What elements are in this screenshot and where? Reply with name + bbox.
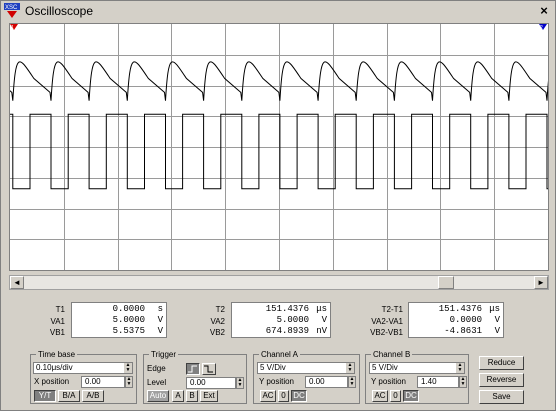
readout-box: 0.0000 s 5.0000 V 5.5375 V — [71, 302, 167, 338]
readout-unit: μs — [316, 304, 327, 314]
readout-unit: V — [157, 326, 163, 336]
readout-value: 674.8939 — [265, 326, 309, 336]
readout-unit: V — [321, 315, 327, 325]
xpos-label: X position — [34, 377, 70, 386]
scroll-thumb[interactable] — [438, 276, 454, 289]
falling-edge-icon[interactable] — [202, 363, 216, 375]
readout-label: T2 — [215, 305, 225, 314]
auto-button[interactable]: Auto — [147, 390, 169, 402]
spin-arrows-icon[interactable]: ▲ ▼ — [456, 363, 464, 373]
level-spin-icon[interactable]: ▲ ▼ — [236, 377, 244, 389]
yt-button[interactable]: Y/T — [34, 390, 56, 402]
channel-b-zero-button[interactable]: 0 — [390, 390, 401, 402]
spin-arrows-icon[interactable]: ▲ ▼ — [124, 363, 132, 373]
oscilloscope-app-icon: XSC — [4, 3, 20, 18]
readout-label: T2-T1 — [381, 305, 403, 314]
channel-b-group: Channel B 5 V/Div ▲ ▼ Y position 1.40 ▲ ▼ A… — [365, 350, 469, 404]
timebase-scale-field[interactable]: 0.10μs/div ▲ ▼ — [33, 362, 133, 374]
channel-a-dc-button[interactable]: DC — [291, 390, 307, 402]
scroll-left-icon[interactable]: ◄ — [10, 276, 24, 289]
rising-edge-icon[interactable] — [186, 363, 200, 375]
trigger-b-button[interactable]: B — [186, 390, 198, 402]
readout-value: 151.4376 — [265, 304, 309, 314]
close-icon[interactable]: × — [537, 4, 551, 18]
channel-a-zero-button[interactable]: 0 — [278, 390, 289, 402]
channel-b-title: Channel B — [371, 350, 413, 359]
channel-a-ypos-spin-icon[interactable]: ▲ ▼ — [348, 376, 356, 388]
readout-unit: V — [157, 315, 163, 325]
level-label: Level — [147, 378, 167, 387]
trigger-a-button[interactable]: A — [172, 390, 184, 402]
readout-label: VA1 — [50, 317, 65, 326]
cursor-2-label: 2 — [540, 25, 543, 31]
trigger-group: Trigger Edge Level 0.00 ▲ ▼ Auto A B Ext — [143, 350, 247, 404]
readout-label: VB2-VB1 — [370, 328, 403, 337]
channel-a-group: Channel A 5 V/Div ▲ ▼ Y position 0.00 ▲ ▼ A… — [253, 350, 360, 404]
channel-b-dc-button[interactable]: DC — [403, 390, 419, 402]
readout-value: -4.8631 — [444, 326, 482, 336]
channel-a-scale-value: 5 V/Div — [260, 363, 286, 372]
readout-unit: V — [494, 326, 500, 336]
window-title: Oscilloscope — [25, 4, 94, 18]
readout-label: VB2 — [209, 328, 225, 337]
trigger-ext-button[interactable]: Ext — [200, 390, 218, 402]
readout-value: 5.0000 — [276, 315, 309, 325]
readout-unit: V — [494, 315, 500, 325]
readout-value: 0.0000 — [449, 315, 482, 325]
readout-unit: μs — [489, 304, 500, 314]
edge-label: Edge — [147, 364, 166, 373]
readout-box: 151.4376 μs 5.0000 V 674.8939 nV — [231, 302, 331, 338]
channel-a-title: Channel A — [259, 350, 300, 359]
reduce-button[interactable]: Reduce — [479, 356, 524, 370]
readout-unit: s — [157, 304, 163, 314]
channel-a-ypos-label: Y position — [259, 377, 294, 386]
readout-value: 5.0000 — [112, 315, 145, 325]
scope-screen[interactable]: 12 — [9, 23, 549, 271]
channel-b-scale-field[interactable]: 5 V/Div ▲ ▼ — [369, 362, 465, 374]
cursor-1-label: 1 — [11, 25, 14, 31]
spin-arrows-icon[interactable]: ▲ ▼ — [346, 363, 354, 373]
readout-unit: nV — [316, 326, 327, 336]
readout-label: VB1 — [49, 328, 65, 337]
xpos-spin-icon[interactable]: ▲ ▼ — [125, 376, 133, 388]
readout-value: 0.0000 — [112, 304, 145, 314]
channel-b-ypos-field[interactable]: 1.40 — [417, 376, 459, 388]
readout-label: VA2-VA1 — [371, 317, 403, 326]
timebase-group: Time base 0.10μs/div ▲ ▼ X position 0.00 ▲… — [30, 350, 137, 404]
channel-b-ypos-label: Y position — [371, 377, 406, 386]
readout-label: VA2 — [210, 317, 225, 326]
time-scrollbar[interactable]: ◄ ► — [9, 275, 549, 290]
channel-a-ac-button[interactable]: AC — [260, 390, 276, 402]
scroll-right-icon[interactable]: ► — [534, 276, 548, 289]
ab-button[interactable]: A/B — [82, 390, 104, 402]
save-button[interactable]: Save — [479, 390, 524, 404]
title-bar[interactable]: XSC Oscilloscope × — [1, 1, 555, 21]
channel-b-ypos-spin-icon[interactable]: ▲ ▼ — [459, 376, 467, 388]
oscilloscope-window: XSC Oscilloscope × 12 ◄ ► T1 VA1 VB1 0.0… — [0, 0, 556, 411]
timebase-title: Time base — [36, 350, 78, 359]
reverse-button[interactable]: Reverse — [479, 373, 524, 387]
channel-a-ypos-field[interactable]: 0.00 — [305, 376, 348, 388]
readout-value: 5.5375 — [112, 326, 145, 336]
level-field[interactable]: 0.00 — [186, 377, 236, 389]
channel-b-ac-button[interactable]: AC — [372, 390, 388, 402]
readout-value: 151.4376 — [438, 304, 482, 314]
timebase-scale-value: 0.10μs/div — [36, 363, 73, 372]
scope-display: 12 — [10, 24, 548, 270]
svg-text:XSC: XSC — [5, 5, 18, 11]
readout-label: T1 — [55, 305, 65, 314]
ba-button[interactable]: B/A — [58, 390, 80, 402]
channel-a-scale-field[interactable]: 5 V/Div ▲ ▼ — [257, 362, 355, 374]
channel-b-scale-value: 5 V/Div — [372, 363, 398, 372]
trigger-title: Trigger — [149, 350, 179, 359]
xpos-field[interactable]: 0.00 — [81, 376, 125, 388]
readout-box: 151.4376 μs 0.0000 V -4.8631 V — [408, 302, 504, 338]
